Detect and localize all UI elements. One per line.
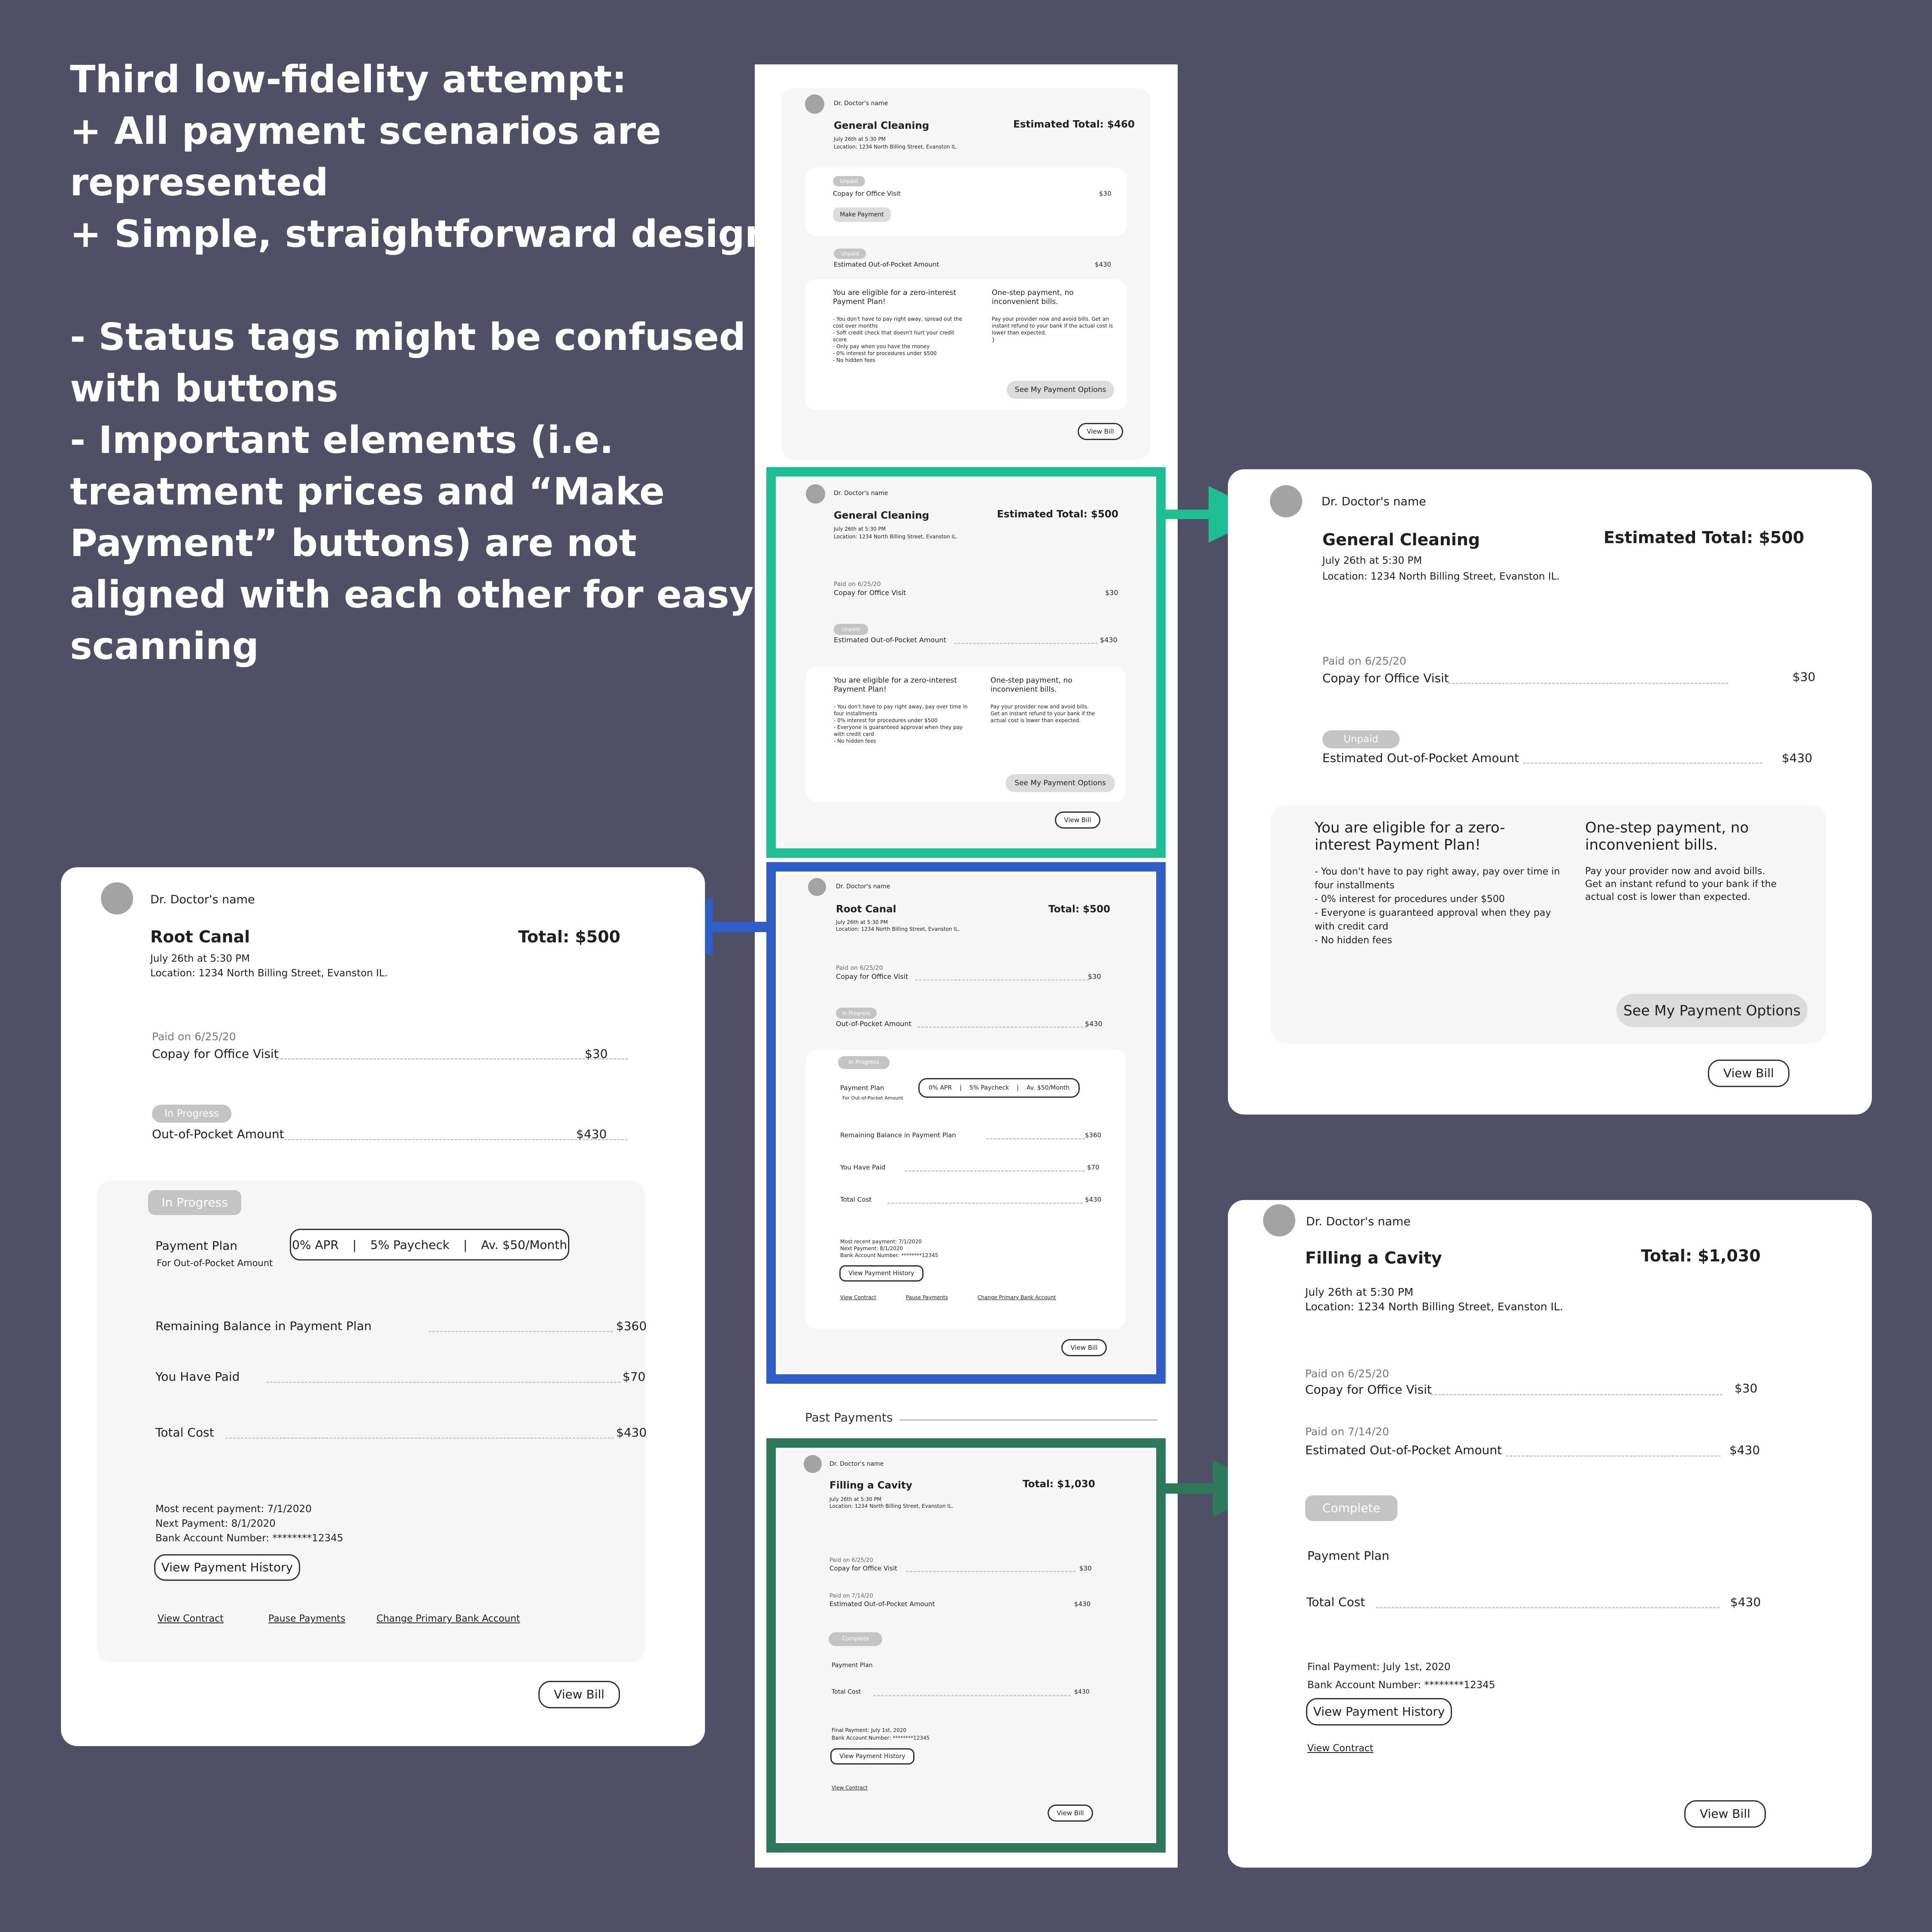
plan-term-paycheck: 5% Paycheck	[370, 1237, 450, 1252]
zoomed-card-filling-cavity: Dr. Doctor's name Filling a Cavity Total…	[1228, 1200, 1872, 1868]
appointment-datetime: July 26th at 5:30 PM	[1322, 555, 1422, 566]
payment-plan-section: In Progress Payment Plan For Out-of-Pock…	[97, 1181, 647, 1662]
oop-label: Out-of-Pocket Amount	[152, 1127, 284, 1141]
bullet-text: - 0% interest for procedures under $500	[1315, 894, 1505, 905]
body-text: Get an instant refund to your bank if th…	[1585, 879, 1777, 890]
copay-amount: $30	[585, 1047, 608, 1061]
plan-terms-box: 0% APR | 5% Paycheck | Av. $50/Month	[290, 1229, 569, 1261]
status-tag-in-progress: In Progress	[148, 1190, 241, 1215]
payment-plan-label: Payment Plan	[155, 1239, 238, 1253]
appointment-location: Location: 1234 North Billing Street, Eva…	[150, 968, 388, 979]
leader-dots	[1448, 683, 1728, 684]
pause-payments-link[interactable]: Pause Payments	[268, 1613, 345, 1624]
most-recent-payment: Most recent payment: 7/1/2020	[155, 1504, 312, 1515]
leader-dots	[1523, 762, 1762, 764]
bullet-text: - You don't have to pay right away, pay …	[1315, 866, 1560, 877]
status-tag-complete: Complete	[1305, 1495, 1397, 1521]
view-contract-link[interactable]: View Contract	[158, 1613, 224, 1624]
bullet-text: four installments	[1315, 880, 1395, 891]
appointment-datetime: July 26th at 5:30 PM	[150, 953, 250, 964]
arrow-shaft	[1166, 1483, 1217, 1494]
total-cost-label: Total Cost	[1306, 1595, 1365, 1609]
total: Total: $1,030	[1641, 1246, 1761, 1265]
leader-dots	[266, 1382, 620, 1383]
copay-amount: $30	[1792, 670, 1816, 684]
you-have-paid-amount: $70	[623, 1370, 646, 1384]
view-bill-button[interactable]: View Bill	[538, 1681, 620, 1708]
total-cost-label: Total Cost	[155, 1425, 214, 1440]
paid-on-date: Paid on 6/25/20	[1305, 1367, 1389, 1380]
view-payment-history-button[interactable]: View Payment History	[1306, 1698, 1452, 1725]
oop-label: Estimated Out-of-Pocket Amount	[1305, 1443, 1502, 1457]
doctor-name: Dr. Doctor's name	[1321, 495, 1426, 508]
procedure-title: General Cleaning	[1322, 530, 1480, 549]
payment-plan-subtitle: For Out-of-Pocket Amount	[157, 1258, 273, 1268]
zoomed-card-root-canal: Dr. Doctor's name Root Canal Total: $500…	[61, 867, 705, 1746]
leader-dots	[428, 1331, 613, 1332]
bank-account: Bank Account Number: ********12345	[155, 1533, 343, 1544]
payment-plan-label: Payment Plan	[1307, 1549, 1390, 1563]
arrow-shaft	[704, 922, 769, 932]
leader-dots	[1376, 1607, 1719, 1608]
doctor-name: Dr. Doctor's name	[150, 893, 255, 906]
separator: |	[463, 1237, 468, 1252]
change-bank-account-link[interactable]: Change Primary Bank Account	[377, 1613, 520, 1624]
status-tag-unpaid: Unpaid	[1322, 730, 1400, 748]
doctor-name: Dr. Doctor's name	[1306, 1215, 1411, 1228]
status-tag-in-progress: In Progress	[152, 1105, 231, 1123]
total-cost-amount: $430	[1730, 1595, 1761, 1609]
oop-amount: $430	[1782, 751, 1813, 765]
paid-on-date: Paid on 6/25/20	[1322, 655, 1406, 667]
appointment-location: Location: 1234 North Billing Street, Eva…	[1322, 571, 1560, 582]
procedure-title: Filling a Cavity	[1305, 1249, 1442, 1267]
copay-label: Copay for Office Visit	[1322, 671, 1449, 685]
plan-term-apr: 0% APR	[292, 1237, 339, 1252]
next-payment: Next Payment: 8/1/2020	[155, 1518, 276, 1529]
view-contract-link[interactable]: View Contract	[1307, 1743, 1373, 1754]
doctor-avatar	[1263, 1204, 1295, 1236]
separator: |	[352, 1237, 357, 1252]
one-step-title: One-step payment, no inconvenient bills.	[1585, 819, 1749, 854]
one-step-body: Pay your provider now and avoid bills. G…	[1585, 865, 1777, 904]
copay-amount: $30	[1735, 1381, 1758, 1395]
bullet-text: - No hidden fees	[1315, 935, 1392, 946]
leader-dots	[276, 1058, 628, 1060]
oop-amount: $430	[576, 1127, 607, 1141]
view-bill-button[interactable]: View Bill	[1708, 1060, 1789, 1087]
zero-interest-title: You are eligible for a zero-interest Pay…	[1315, 819, 1505, 854]
see-payment-options-button[interactable]: See My Payment Options	[1616, 994, 1807, 1027]
body-text: actual cost is lower than expected.	[1585, 892, 1750, 902]
leader-dots	[1506, 1455, 1721, 1457]
final-payment: Final Payment: July 1st, 2020	[1307, 1662, 1451, 1673]
paid-on-date: Paid on 7/14/20	[1305, 1425, 1389, 1438]
doctor-avatar	[1270, 485, 1302, 517]
appointment-location: Location: 1234 North Billing Street, Eva…	[1305, 1300, 1563, 1313]
remaining-label: Remaining Balance in Payment Plan	[155, 1319, 372, 1333]
estimated-total: Estimated Total: $500	[1604, 528, 1804, 547]
body-text: Pay your provider now and avoid bills.	[1585, 866, 1765, 877]
total-cost-amount: $430	[616, 1425, 647, 1440]
view-bill-button[interactable]: View Bill	[1684, 1800, 1766, 1828]
procedure-title: Root Canal	[150, 927, 250, 946]
bullet-text: with credit card	[1315, 921, 1388, 932]
view-payment-history-button[interactable]: View Payment History	[154, 1554, 300, 1581]
appointment-datetime: July 26th at 5:30 PM	[1305, 1286, 1414, 1298]
bank-account: Bank Account Number: ********12345	[1307, 1680, 1495, 1691]
you-have-paid-label: You Have Paid	[155, 1370, 240, 1384]
leader-dots	[1431, 1394, 1722, 1395]
zero-interest-bullets: - You don't have to pay right away, pay …	[1315, 865, 1560, 948]
paid-on-date: Paid on 6/25/20	[152, 1030, 236, 1043]
oop-amount: $430	[1729, 1443, 1760, 1457]
oop-label: Estimated Out-of-Pocket Amount	[1322, 751, 1519, 765]
remaining-amount: $360	[616, 1319, 647, 1333]
leader-dots	[225, 1437, 614, 1439]
zoomed-card-general-cleaning: Dr. Doctor's name General Cleaning Estim…	[1228, 469, 1872, 1115]
copay-label: Copay for Office Visit	[1305, 1382, 1432, 1397]
doctor-avatar	[101, 882, 133, 914]
total: Total: $500	[518, 927, 621, 946]
copay-label: Copay for Office Visit	[152, 1047, 279, 1061]
bullet-text: - Everyone is guaranteed approval when t…	[1315, 908, 1551, 918]
plan-term-monthly: Av. $50/Month	[481, 1237, 567, 1252]
payment-options-section: You are eligible for a zero-interest Pay…	[1271, 805, 1826, 1043]
